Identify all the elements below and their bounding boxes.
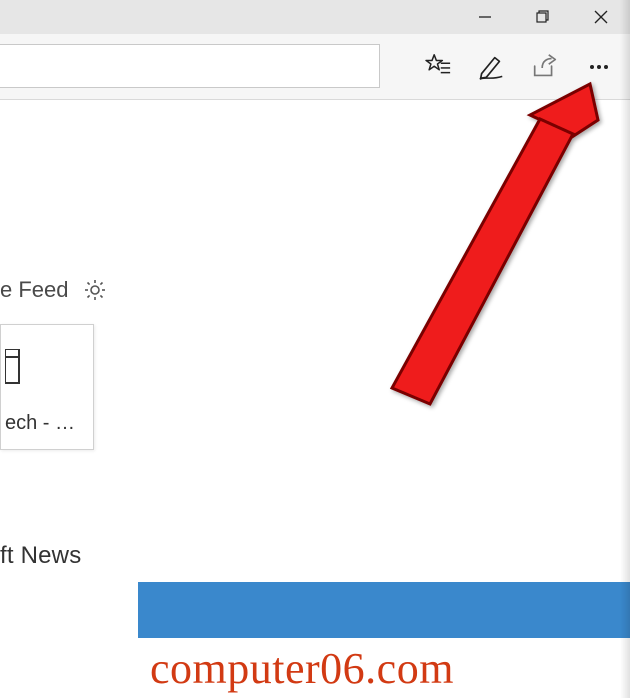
window-titlebar (0, 0, 630, 34)
tile-label: ech - … (5, 412, 75, 435)
feed-heading-fragment: e Feed (0, 276, 109, 304)
feed-settings-button[interactable] (81, 276, 109, 304)
watermark-text: computer06.com (150, 643, 454, 694)
toolbar-actions (412, 34, 630, 100)
minimize-button[interactable] (456, 0, 514, 34)
screenshot-stage: e Feed ech - … ft Ne (0, 0, 630, 698)
tile-icon-fragment (5, 349, 23, 385)
favorites-icon (422, 52, 452, 82)
watermark: computer06.com (138, 638, 630, 698)
feed-heading-text: e Feed (0, 277, 69, 303)
minimize-icon (478, 10, 492, 24)
share-button[interactable] (520, 42, 570, 92)
browser-toolbar (0, 34, 630, 100)
notes-button[interactable] (466, 42, 516, 92)
close-icon (593, 9, 609, 25)
top-site-tile[interactable]: ech - … (0, 324, 94, 450)
address-bar[interactable] (0, 44, 380, 88)
more-button[interactable] (574, 42, 624, 92)
restore-icon (535, 9, 551, 25)
maximize-button[interactable] (514, 0, 572, 34)
pen-icon (476, 52, 506, 82)
more-icon (587, 55, 611, 79)
window-controls (456, 0, 630, 34)
share-icon (530, 52, 560, 82)
gear-icon (83, 278, 107, 302)
decorative-blue-band (138, 582, 630, 638)
favorites-button[interactable] (412, 42, 462, 92)
news-heading-fragment: ft News (0, 542, 81, 570)
close-button[interactable] (572, 0, 630, 34)
